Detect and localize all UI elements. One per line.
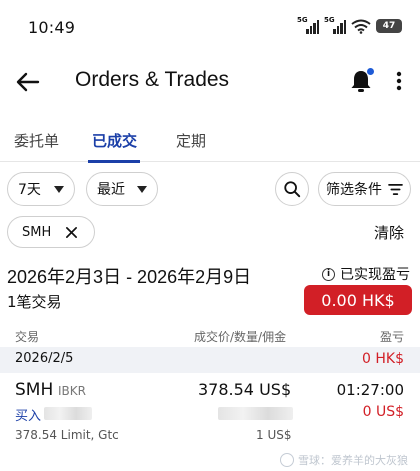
notifications-button[interactable]: [346, 66, 376, 96]
page-title: Orders & Trades: [75, 68, 230, 91]
trade-price: 378.54 US$: [198, 380, 292, 399]
sort-value: 最近: [97, 182, 125, 198]
period-value: 7天: [18, 182, 41, 198]
status-bar: 10:49 5G 5G 47: [0, 0, 420, 58]
more-options-button[interactable]: [384, 66, 414, 96]
trade-symbol: SMH: [15, 380, 54, 400]
more-vertical-icon: [396, 71, 402, 91]
search-icon: [284, 181, 301, 198]
close-icon[interactable]: [65, 226, 78, 239]
status-icons: 5G 5G 47: [297, 16, 402, 34]
chevron-down-icon: [54, 185, 64, 193]
column-header-pnl: 盈亏: [379, 330, 404, 344]
date-group-row: 2026/2/5 0 HK$: [0, 347, 420, 373]
info-icon: i: [322, 267, 335, 281]
app-bar: Orders & Trades: [0, 58, 420, 106]
back-arrow-icon: [16, 72, 40, 92]
group-pnl: 0 HK$: [362, 351, 404, 367]
signal-icon: 5G: [324, 16, 346, 34]
period-dropdown[interactable]: 7天: [7, 172, 75, 206]
symbol-filter-chip[interactable]: SMH: [7, 216, 95, 248]
back-button[interactable]: [12, 66, 44, 98]
signal-icon: 5G: [297, 16, 319, 34]
watermark: 雪球：爱养羊的大灰狼: [280, 452, 408, 468]
realized-pnl-label[interactable]: i 已实现盈亏: [322, 264, 410, 284]
active-tab-indicator: [88, 160, 140, 163]
column-header-trade: 交易: [15, 330, 40, 344]
filter-icon: [388, 183, 403, 195]
notification-dot: [367, 68, 374, 75]
date-range: 2026年2月3日 - 2026年2月9日: [7, 267, 252, 287]
trade-commission: 1 US$: [256, 428, 292, 442]
watermark-text: 雪球：爱养羊的大灰狼: [298, 454, 408, 467]
tab-recurring[interactable]: 定期: [176, 130, 206, 151]
redacted-amount: [218, 407, 293, 420]
trade-time: 01:27:00: [336, 381, 404, 399]
search-button[interactable]: [275, 172, 309, 206]
trade-order-detail: 378.54 Limit, Gtc: [15, 428, 119, 442]
clear-button[interactable]: 清除: [374, 222, 404, 243]
trade-side: 买入: [15, 409, 42, 424]
column-header-price: 成交价/数量/佣金: [194, 330, 287, 344]
group-date: 2026/2/5: [15, 351, 74, 366]
wifi-icon: [351, 19, 371, 34]
trade-count: 1笔交易: [7, 293, 62, 311]
realized-pnl-value: 0.00 HK$: [304, 285, 412, 315]
status-time: 10:49: [28, 18, 76, 37]
filter-label: 筛选条件: [326, 182, 382, 198]
chevron-down-icon: [137, 185, 147, 193]
sort-dropdown[interactable]: 最近: [86, 172, 158, 206]
trade-broker: IBKR: [58, 384, 86, 398]
chip-label: SMH: [22, 224, 52, 240]
trade-pnl: 0 US$: [362, 404, 404, 420]
tab-bar: 委托单 已成交 定期: [0, 116, 420, 163]
filter-bar: 7天 最近 筛选条件: [0, 172, 420, 208]
snowball-logo-icon: [280, 453, 294, 467]
table-header: 交易 成交价/数量/佣金 盈亏: [0, 328, 420, 346]
trade-row[interactable]: SMH IBKR 378.54 US$ 01:27:00 买入 0 US$ 37…: [0, 376, 420, 446]
redacted-quantity: [44, 407, 92, 420]
tab-filled[interactable]: 已成交: [92, 130, 137, 151]
realized-pnl-text: 已实现盈亏: [340, 267, 410, 283]
filter-conditions-button[interactable]: 筛选条件: [318, 172, 411, 206]
battery-icon: 47: [376, 19, 402, 33]
tab-orders[interactable]: 委托单: [14, 130, 59, 151]
